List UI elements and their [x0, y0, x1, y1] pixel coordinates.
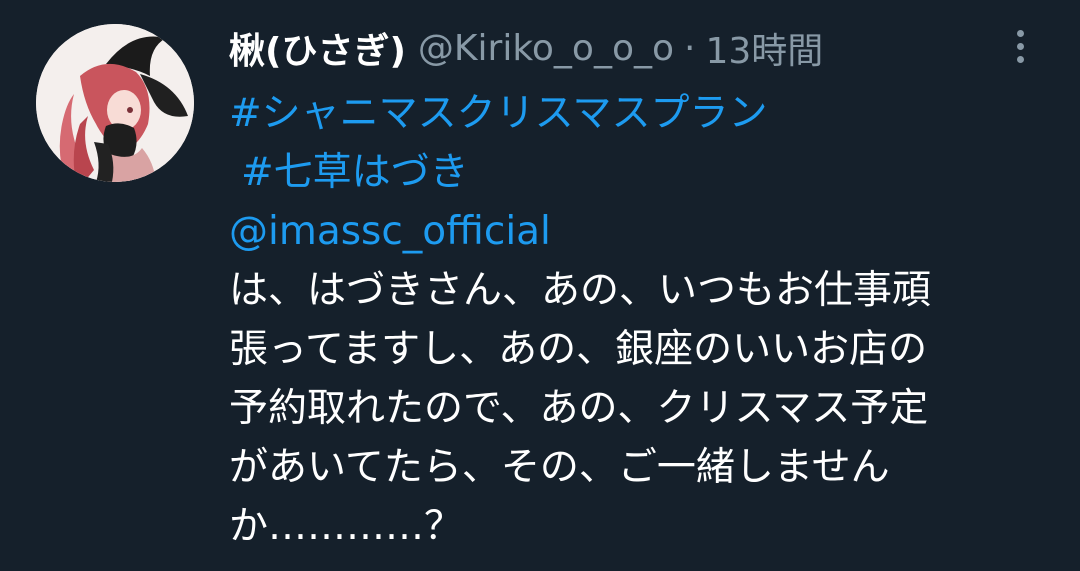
tweet-text-line: があいてたら、その、ご一緒しません [229, 445, 890, 490]
avatar-image [36, 24, 194, 182]
separator-dot: · [684, 27, 696, 69]
tweet-card[interactable]: 楸(ひさぎ) @Kiriko_o_o_o · 13時間 #シャニマスクリスマスプ… [0, 0, 1080, 571]
tweet-header: 楸(ひさぎ) @Kiriko_o_o_o · 13時間 [229, 20, 823, 76]
tweet-text-line: 張ってますし、あの、銀座のいいお店の [229, 327, 928, 372]
mention-link[interactable]: @imassc_official [229, 209, 551, 254]
timestamp[interactable]: 13時間 [705, 22, 823, 74]
more-vertical-icon-dot [1016, 42, 1024, 50]
hashtag-link[interactable]: #七草はづき [241, 150, 469, 195]
user-handle[interactable]: @Kiriko_o_o_o [418, 28, 674, 69]
display-name[interactable]: 楸(ひさぎ) [229, 22, 406, 74]
hashtag-link[interactable]: #シャニマスクリスマスプラン [229, 91, 768, 136]
tweet-text-line: か…………？ [229, 504, 464, 549]
more-options-button[interactable] [1004, 24, 1036, 68]
more-vertical-icon-dot [1016, 55, 1024, 63]
tweet-text: #シャニマスクリスマスプラン #七草はづき @imassc_official は… [229, 84, 1049, 556]
tweet-text-line: は、はづきさん、あの、いつもお仕事頑 [229, 268, 932, 313]
more-vertical-icon [1016, 29, 1024, 37]
tweet-text-line: 予約取れたので、あの、クリスマス予定 [229, 386, 929, 431]
avatar[interactable] [36, 24, 194, 182]
